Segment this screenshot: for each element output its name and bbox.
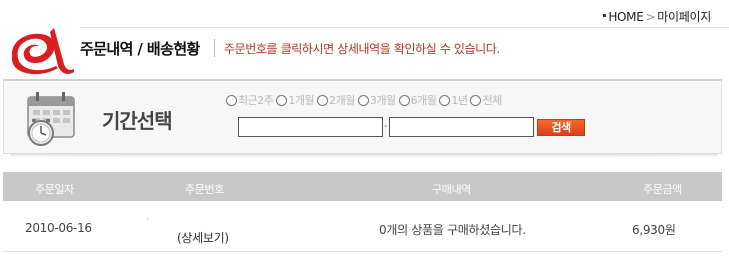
radio-button[interactable] bbox=[470, 94, 482, 106]
option-label: 최근2주 bbox=[238, 94, 274, 107]
column-header-amount: 주문금액 bbox=[643, 183, 682, 196]
page-description: 주문번호를 클릭하시면 상세내역을 확인하실 수 있습니다. bbox=[224, 42, 500, 56]
option-label: 1개월 bbox=[288, 94, 315, 107]
period-option-6months[interactable]: 6개월 bbox=[398, 92, 437, 108]
search-button[interactable]: 검색 bbox=[537, 119, 585, 136]
title-divider bbox=[214, 39, 215, 57]
calendar-clock-icon bbox=[27, 92, 75, 146]
radio-button[interactable] bbox=[439, 94, 451, 106]
end-date-input[interactable] bbox=[389, 117, 534, 137]
breadcrumb: HOME > 마이페이지 bbox=[603, 8, 711, 25]
period-option-3months[interactable]: 3개월 bbox=[357, 92, 396, 108]
column-header-date: 주문일자 bbox=[35, 183, 74, 196]
bullet-icon bbox=[603, 14, 607, 17]
breadcrumb-separator: > bbox=[645, 10, 656, 24]
column-header-order-no: 주문번호 bbox=[185, 183, 224, 196]
order-date: 2010-06-16 bbox=[25, 221, 92, 235]
radio-button[interactable] bbox=[398, 94, 410, 106]
brand-logo-icon bbox=[12, 28, 74, 75]
panel-shadow bbox=[10, 153, 718, 158]
period-label: 기간선택 bbox=[102, 109, 173, 133]
option-label: 전체 bbox=[482, 94, 502, 107]
option-label: 3개월 bbox=[369, 94, 396, 107]
radio-button[interactable] bbox=[317, 94, 329, 106]
period-option-2weeks[interactable]: 최근2주 bbox=[226, 92, 274, 108]
date-range-separator: - bbox=[384, 121, 388, 132]
table-row: 2010-06-16 · (상세보기) 0개의 상품을 구매하셨습니다. 6,9… bbox=[3, 201, 722, 252]
column-header-items: 구매내역 bbox=[432, 183, 471, 196]
period-option-1year[interactable]: 1년 bbox=[439, 92, 468, 108]
period-option-1month[interactable]: 1개월 bbox=[276, 92, 315, 108]
radio-button[interactable] bbox=[276, 94, 288, 106]
header-divider bbox=[80, 27, 729, 28]
breadcrumb-home-link[interactable]: HOME bbox=[608, 10, 644, 24]
order-number[interactable]: · bbox=[146, 215, 149, 225]
period-filter-panel: 기간선택 최근2주 1개월 2개월 3개월 6개월 1년 전체 - 검색 bbox=[3, 79, 722, 154]
purchase-summary: 0개의 상품을 구매하셨습니다. bbox=[379, 223, 526, 237]
radio-button[interactable] bbox=[357, 94, 369, 106]
option-label: 6개월 bbox=[410, 94, 437, 107]
orders-table-header: 주문일자 주문번호 구매내역 주문금액 bbox=[3, 172, 722, 201]
option-label: 1년 bbox=[451, 94, 468, 107]
order-amount: 6,930원 bbox=[632, 223, 676, 237]
period-option-2months[interactable]: 2개월 bbox=[317, 92, 355, 108]
radio-button[interactable] bbox=[226, 94, 237, 106]
period-options: 최근2주 1개월 2개월 3개월 6개월 1년 전체 bbox=[226, 92, 505, 108]
option-label: 2개월 bbox=[329, 94, 355, 107]
period-option-all[interactable]: 전체 bbox=[470, 92, 502, 108]
breadcrumb-current: 마이페이지 bbox=[657, 10, 711, 24]
page-title: 주문내역 / 배송현황 bbox=[80, 40, 200, 58]
view-detail-link[interactable]: (상세보기) bbox=[177, 229, 229, 246]
start-date-input[interactable] bbox=[238, 117, 383, 137]
